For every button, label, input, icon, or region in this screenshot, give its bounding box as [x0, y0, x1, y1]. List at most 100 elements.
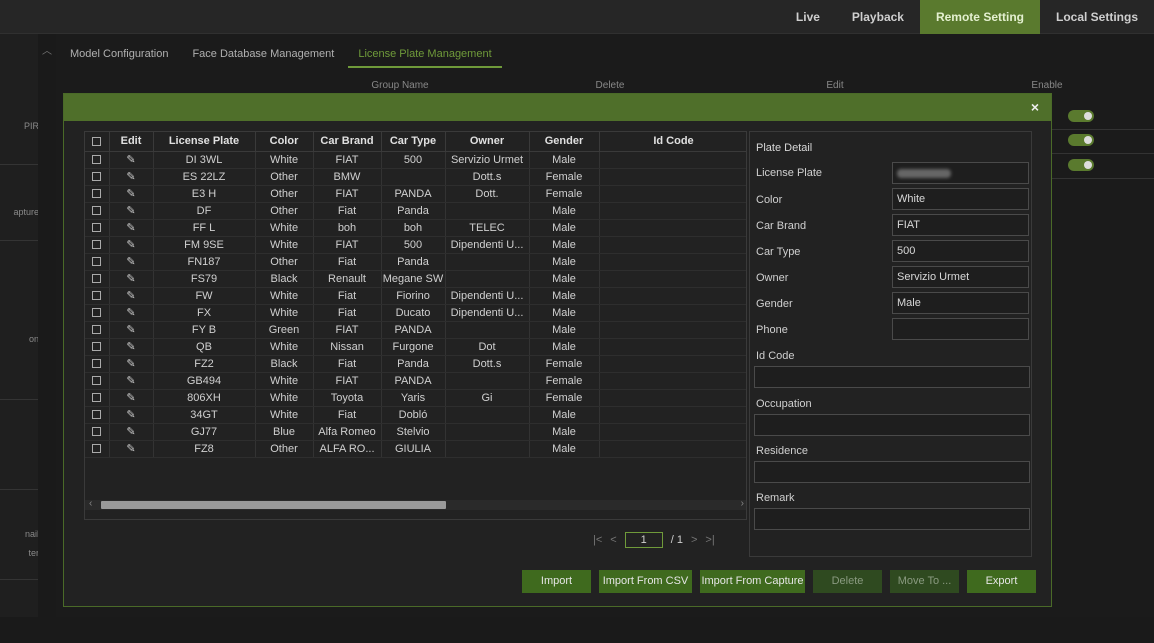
table-row[interactable]: ✎ 806XH White Toyota Yaris Gi Female	[85, 389, 746, 407]
table-row[interactable]: ✎ FX White Fiat Ducato Dipendenti U... Male	[85, 304, 746, 322]
pencil-icon[interactable]: ✎	[126, 205, 135, 217]
edit-cell[interactable]: ✎	[109, 185, 154, 203]
pencil-icon[interactable]: ✎	[126, 443, 135, 455]
pencil-icon[interactable]: ✎	[126, 171, 135, 183]
checkbox-icon[interactable]	[92, 308, 102, 318]
edit-cell[interactable]: ✎	[109, 168, 154, 186]
pencil-icon[interactable]: ✎	[126, 239, 135, 251]
edit-cell[interactable]: ✎	[109, 406, 154, 424]
pencil-icon[interactable]: ✎	[126, 375, 135, 387]
delete-button[interactable]: Delete	[813, 570, 882, 593]
checkbox-icon[interactable]	[92, 410, 102, 420]
edit-cell[interactable]: ✎	[109, 389, 154, 407]
edit-cell[interactable]: ✎	[109, 253, 154, 271]
import-button[interactable]: Import	[522, 570, 591, 593]
checkbox-icon[interactable]	[92, 240, 102, 250]
edit-cell[interactable]: ✎	[109, 202, 154, 220]
nav-local-settings[interactable]: Local Settings	[1040, 0, 1154, 34]
edit-cell[interactable]: ✎	[109, 338, 154, 356]
edit-cell[interactable]: ✎	[109, 423, 154, 441]
nav-live[interactable]: Live	[780, 0, 836, 34]
pencil-icon[interactable]: ✎	[126, 154, 135, 166]
table-row[interactable]: ✎ FW White Fiat Fiorino Dipendenti U... Male	[85, 287, 746, 305]
row-checkbox-cell[interactable]	[85, 423, 110, 441]
car-brand-field[interactable]: FIAT	[892, 214, 1029, 236]
pencil-icon[interactable]: ✎	[126, 188, 135, 200]
row-checkbox-cell[interactable]	[85, 406, 110, 424]
pencil-icon[interactable]: ✎	[126, 290, 135, 302]
pencil-icon[interactable]: ✎	[126, 409, 135, 421]
tab-model-configuration[interactable]: Model Configuration	[60, 44, 178, 68]
prev-page-icon[interactable]: <	[610, 534, 616, 546]
row-checkbox-cell[interactable]	[85, 236, 110, 254]
first-page-icon[interactable]: |<	[593, 534, 602, 546]
phone-field[interactable]	[892, 318, 1029, 340]
row-checkbox-cell[interactable]	[85, 440, 110, 458]
pencil-icon[interactable]: ✎	[126, 222, 135, 234]
row-checkbox-cell[interactable]	[85, 287, 110, 305]
col-id-code[interactable]: Id Code	[599, 132, 746, 152]
row-checkbox-cell[interactable]	[85, 355, 110, 373]
row-checkbox-cell[interactable]	[85, 304, 110, 322]
edit-cell[interactable]: ✎	[109, 151, 154, 169]
col-car-brand[interactable]: Car Brand	[313, 132, 382, 152]
pencil-icon[interactable]: ✎	[126, 392, 135, 404]
table-row[interactable]: ✎ FY B Green FIAT PANDA Male	[85, 321, 746, 339]
enable-toggle[interactable]	[1068, 159, 1094, 171]
sidebar-scrollbar[interactable]: ︿	[38, 34, 56, 640]
table-row[interactable]: ✎ DF Other Fiat Panda Male	[85, 202, 746, 220]
col-owner[interactable]: Owner	[445, 132, 530, 152]
table-row[interactable]: ✎ GJ77 Blue Alfa Romeo Stelvio Male	[85, 423, 746, 441]
table-row[interactable]: ✎ ES 22LZ Other BMW Dott.s Female	[85, 168, 746, 186]
color-field[interactable]: White	[892, 188, 1029, 210]
checkbox-icon[interactable]	[92, 376, 102, 386]
pencil-icon[interactable]: ✎	[126, 324, 135, 336]
owner-field[interactable]: Servizio Urmet	[892, 266, 1029, 288]
pencil-icon[interactable]: ✎	[126, 307, 135, 319]
checkbox-icon[interactable]	[92, 172, 102, 182]
pencil-icon[interactable]: ✎	[126, 426, 135, 438]
row-checkbox-cell[interactable]	[85, 321, 110, 339]
col-gender[interactable]: Gender	[529, 132, 600, 152]
table-row[interactable]: ✎ FZ2 Black Fiat Panda Dott.s Female	[85, 355, 746, 373]
checkbox-icon[interactable]	[92, 393, 102, 403]
row-checkbox-cell[interactable]	[85, 253, 110, 271]
table-row[interactable]: ✎ E3 H Other FIAT PANDA Dott. Female	[85, 185, 746, 203]
next-page-icon[interactable]: >	[691, 534, 697, 546]
sidebar-item-pir[interactable]: PIR	[24, 121, 39, 131]
move-to-button[interactable]: Move To ...	[890, 570, 959, 593]
table-row[interactable]: ✎ 34GT White Fiat Dobló Male	[85, 406, 746, 424]
scroll-left-icon[interactable]: ‹	[89, 498, 92, 509]
edit-cell[interactable]: ✎	[109, 236, 154, 254]
edit-cell[interactable]: ✎	[109, 355, 154, 373]
row-checkbox-cell[interactable]	[85, 219, 110, 237]
enable-toggle[interactable]	[1068, 110, 1094, 122]
checkbox-icon[interactable]	[92, 136, 102, 146]
table-row[interactable]: ✎ FN187 Other Fiat Panda Male	[85, 253, 746, 271]
edit-cell[interactable]: ✎	[109, 219, 154, 237]
row-checkbox-cell[interactable]	[85, 151, 110, 169]
pencil-icon[interactable]: ✎	[126, 358, 135, 370]
close-icon[interactable]: ×	[1031, 99, 1039, 115]
row-checkbox-cell[interactable]	[85, 270, 110, 288]
col-color[interactable]: Color	[255, 132, 314, 152]
nav-playback[interactable]: Playback	[836, 0, 920, 34]
gender-field[interactable]: Male	[892, 292, 1029, 314]
row-checkbox-cell[interactable]	[85, 168, 110, 186]
checkbox-icon[interactable]	[92, 427, 102, 437]
import-csv-button[interactable]: Import From CSV	[599, 570, 692, 593]
row-checkbox-cell[interactable]	[85, 338, 110, 356]
checkbox-icon[interactable]	[92, 359, 102, 369]
checkbox-icon[interactable]	[92, 257, 102, 267]
enable-toggle[interactable]	[1068, 134, 1094, 146]
chevron-up-icon[interactable]: ︿	[38, 42, 56, 57]
checkbox-icon[interactable]	[92, 206, 102, 216]
page-input[interactable]: 1	[624, 532, 663, 548]
select-all-checkbox[interactable]	[85, 132, 110, 152]
checkbox-icon[interactable]	[92, 342, 102, 352]
import-capture-button[interactable]: Import From Capture	[700, 570, 805, 593]
table-row[interactable]: ✎ GB494 White FIAT PANDA Female	[85, 372, 746, 390]
nav-remote-setting[interactable]: Remote Setting	[919, 0, 1040, 34]
checkbox-icon[interactable]	[92, 444, 102, 454]
col-car-type[interactable]: Car Type	[381, 132, 446, 152]
